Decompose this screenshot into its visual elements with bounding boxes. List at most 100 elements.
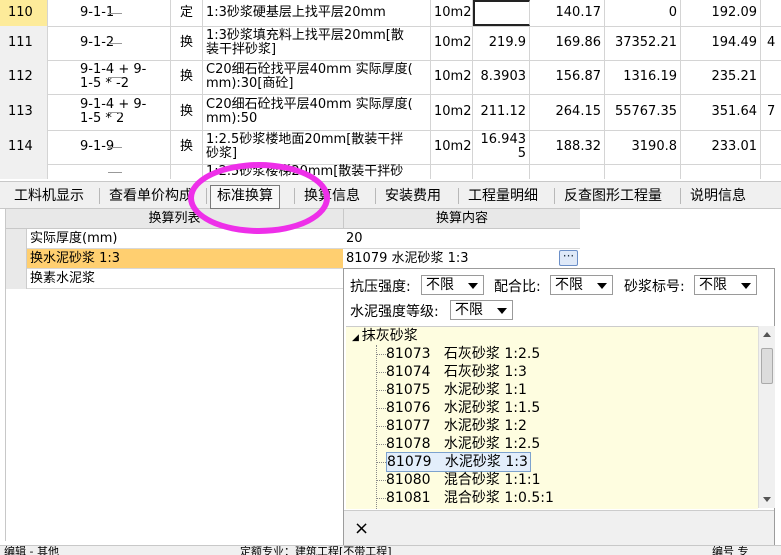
- quantity-cell[interactable]: [473, 164, 530, 179]
- tab-5[interactable]: 安装费用: [379, 185, 447, 207]
- item-type-cell[interactable]: 换: [171, 130, 203, 164]
- detail-tab-bar: 工料机显示 查看单价构成 标准换算 换算信息 安装费用 工程量明细 反查图形工程量 说明信息: [0, 181, 781, 209]
- table-row[interactable]: 114 9-1-9 换 1:2.5砂浆楼地面20mm[散装干拌 砂浆] 10m2 16.9…: [0, 130, 781, 165]
- total-price-cell[interactable]: 1316.19: [605, 60, 681, 94]
- unit-cell[interactable]: 10m2: [431, 130, 473, 164]
- total-price-cell[interactable]: 3190.8: [605, 130, 681, 164]
- total-price-cell[interactable]: 55767.35: [605, 94, 681, 130]
- item-name-cell[interactable]: 1:2.5砂浆楼地面20mm[散装干拌 砂浆]: [203, 130, 431, 164]
- tab-6[interactable]: 工程量明细: [462, 185, 544, 207]
- chevron-down-icon: [497, 308, 507, 314]
- conversion-row-thickness[interactable]: 实际厚度(mm): [6, 229, 344, 249]
- close-icon[interactable]: ×: [354, 518, 369, 539]
- item-type-cell[interactable]: 定: [171, 0, 203, 26]
- extra-value-cell[interactable]: [761, 60, 781, 94]
- row-number-cell[interactable]: [0, 164, 48, 179]
- total-price-cell[interactable]: 37352.21: [605, 26, 681, 60]
- quota-code-cell[interactable]: 9-1-1: [48, 0, 171, 26]
- item-name-cell[interactable]: 1:3砂浆填充料上找平层20mm[散 装干拌砂浆]: [203, 26, 431, 60]
- unit-cell[interactable]: 10m2: [431, 0, 473, 26]
- tree-item[interactable]: 81079 水泥砂浆 1:3: [386, 452, 531, 472]
- table-row[interactable]: 112 9-1-4 + 9- 1-5 * -2 换 C20细石砼找平层40mm 实际厚…: [0, 60, 781, 95]
- extra-value-cell[interactable]: [761, 164, 781, 179]
- quantity-cell[interactable]: 211.12: [473, 94, 530, 130]
- unit-cell[interactable]: 10m2: [431, 26, 473, 60]
- total-price-cell[interactable]: [605, 164, 681, 179]
- mortar-value-input[interactable]: 81079 水泥砂浆 1:3: [343, 249, 580, 269]
- quota-code-cell[interactable]: 9-1-4 + 9- 1-5 * -2: [48, 60, 171, 94]
- item-type-cell[interactable]: 换: [171, 26, 203, 60]
- composite-price-cell[interactable]: 192.09: [681, 0, 761, 26]
- extra-value-cell[interactable]: 4: [761, 26, 781, 60]
- conversion-row-cement-paste[interactable]: 换素水泥浆: [6, 269, 344, 289]
- tab-1[interactable]: 工料机显示: [8, 185, 90, 207]
- quantity-cell[interactable]: [473, 0, 530, 26]
- quota-code-cell[interactable]: 9-1-2: [48, 26, 171, 60]
- extra-value-cell[interactable]: 7: [761, 94, 781, 130]
- tree-item[interactable]: 81073 石灰砂浆 1:2.5: [386, 345, 540, 363]
- tab-2[interactable]: 查看单价构成: [103, 185, 199, 207]
- tab-8[interactable]: 说明信息: [684, 185, 752, 207]
- browse-ellipsis-button[interactable]: ···: [559, 250, 578, 266]
- highlight-ring: [188, 162, 330, 234]
- table-row[interactable]: 111 9-1-2 换 1:3砂浆填充料上找平层20mm[散 装干拌砂浆] 10m2 21…: [0, 26, 781, 61]
- table-row[interactable]: 113 9-1-4 + 9- 1-5 * 2 换 C20细石砼找平层40mm 实际厚度…: [0, 94, 781, 131]
- table-row[interactable]: 110 9-1-1 定 1:3砂浆硬基层上找平层20mm 10m2 140.17 0 192.…: [0, 0, 781, 27]
- cement-grade-select[interactable]: 不限: [450, 300, 513, 320]
- tree-item[interactable]: 81077 水泥砂浆 1:2: [386, 417, 527, 435]
- composite-price-cell[interactable]: 194.49: [681, 26, 761, 60]
- row-number-cell[interactable]: 112: [0, 60, 48, 94]
- unit-price-cell[interactable]: 188.32: [530, 130, 605, 164]
- unit-price-cell[interactable]: 264.15: [530, 94, 605, 130]
- extra-value-cell[interactable]: [761, 0, 781, 26]
- row-number-cell[interactable]: 114: [0, 130, 48, 164]
- unit-price-cell[interactable]: 156.87: [530, 60, 605, 94]
- total-price-cell[interactable]: 0: [605, 0, 681, 26]
- composite-price-cell[interactable]: 235.21: [681, 60, 761, 94]
- quota-code-cell[interactable]: [48, 164, 171, 179]
- tree-item[interactable]: 81080 混合砂浆 1:1:1: [386, 471, 541, 489]
- quota-code-cell[interactable]: 9-1-9: [48, 130, 171, 164]
- mortar-grade-select[interactable]: 不限: [694, 275, 757, 295]
- tree-scrollbar[interactable]: [758, 326, 775, 508]
- quantity-cell[interactable]: 219.9: [473, 26, 530, 60]
- compressive-strength-select[interactable]: 不限: [421, 275, 484, 295]
- thickness-value-input[interactable]: 20: [343, 229, 580, 249]
- tree-root-node[interactable]: ◢ 抹灰砂浆: [352, 327, 418, 347]
- unit-cell[interactable]: 10m2: [431, 94, 473, 130]
- quota-code-cell[interactable]: 9-1-4 + 9- 1-5 * 2: [48, 94, 171, 130]
- unit-cell[interactable]: [431, 164, 473, 179]
- tree-item[interactable]: 81075 水泥砂浆 1:1: [386, 381, 527, 399]
- unit-price-cell[interactable]: [530, 164, 605, 179]
- item-name-cell[interactable]: C20细石砼找平层40mm 实际厚度( mm):50: [203, 94, 431, 130]
- scroll-up-icon[interactable]: [763, 332, 771, 337]
- conversion-row-mortar[interactable]: 换水泥砂浆 1:3: [6, 249, 344, 269]
- extra-value-cell[interactable]: [761, 130, 781, 164]
- tree-item[interactable]: 81081 混合砂浆 1:0.5:1: [386, 489, 554, 507]
- row-number-cell[interactable]: 111: [0, 26, 48, 60]
- tree-item[interactable]: 81076 水泥砂浆 1:1.5: [386, 399, 540, 417]
- unit-cell[interactable]: 10m2: [431, 60, 473, 94]
- composite-price-cell[interactable]: [681, 164, 761, 179]
- scroll-down-icon[interactable]: [763, 497, 771, 502]
- row-number-cell[interactable]: 110: [0, 0, 48, 26]
- item-type-cell[interactable]: [171, 164, 203, 179]
- tree-item[interactable]: 81078 水泥砂浆 1:2.5: [386, 435, 540, 453]
- composite-price-cell[interactable]: 351.64: [681, 94, 761, 130]
- expand-icon[interactable]: ◢: [352, 333, 362, 343]
- item-name-cell[interactable]: 1:3砂浆硬基层上找平层20mm: [203, 0, 431, 26]
- quantity-cell[interactable]: 8.3903: [473, 60, 530, 94]
- item-name-cell[interactable]: C20细石砼找平层40mm 实际厚度( mm):30[商砼]: [203, 60, 431, 94]
- row-number-cell[interactable]: 113: [0, 94, 48, 130]
- scroll-thumb[interactable]: [761, 348, 773, 384]
- item-type-cell[interactable]: 换: [171, 60, 203, 94]
- tab-7[interactable]: 反查图形工程量: [558, 185, 668, 207]
- unit-price-cell[interactable]: 140.17: [530, 0, 605, 26]
- unit-price-cell[interactable]: 169.86: [530, 26, 605, 60]
- quantity-cell[interactable]: 16.943 5: [473, 130, 530, 164]
- tree-item[interactable]: 81074 石灰砂浆 1:3: [386, 363, 527, 381]
- item-type-cell[interactable]: 换: [171, 94, 203, 130]
- composite-price-cell[interactable]: 233.01: [681, 130, 761, 164]
- table-row[interactable]: 1:2.5砂浆楼梯20mm[散装干拌砂: [0, 164, 781, 179]
- mix-ratio-select[interactable]: 不限: [550, 275, 613, 295]
